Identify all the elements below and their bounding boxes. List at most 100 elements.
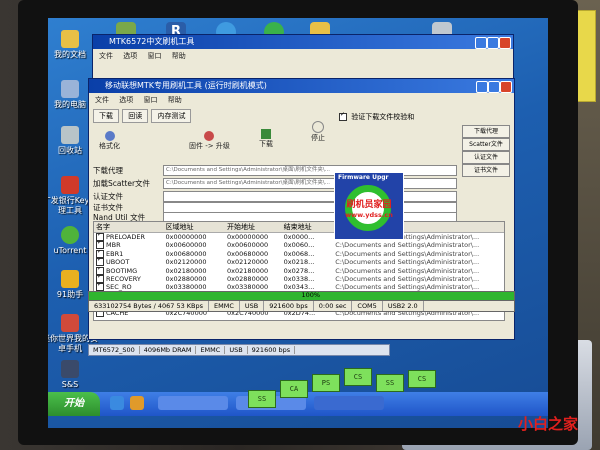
- table-cell: 0x02120000: [227, 258, 269, 267]
- stop-button[interactable]: 停止: [311, 121, 325, 143]
- quicklaunch-ie-icon[interactable]: [110, 396, 124, 410]
- checkbox-box[interactable]: [339, 111, 347, 121]
- window-title-bar[interactable]: 移动联想MTK专用刷机工具 (运行时刷机模式): [89, 79, 514, 93]
- table-cell: 0x00600000: [227, 241, 269, 250]
- firmware-upgrade-popup[interactable]: Firmware Upgr 刷机员家园 www.ydss.cn: [334, 172, 404, 240]
- cert-file-button[interactable]: 证书文件: [462, 164, 510, 177]
- led-display: CS: [344, 368, 372, 386]
- path-label: 下载代理: [93, 166, 123, 175]
- table-row[interactable]: MBR 0x00600000 0x00600000 0x0060... C:\Docum…: [94, 241, 504, 250]
- table-cell: 0x00600000: [165, 241, 207, 250]
- table-header: 名字 区域地址 开始地址 结束地址 位置: [94, 222, 504, 233]
- menu-item[interactable]: 帮助: [172, 52, 186, 60]
- watermark: 小白之家: [517, 415, 578, 433]
- partition-name-cell: PRELOADER: [94, 233, 164, 241]
- verify-checksum-checkbox[interactable]: 验证下载文件校验和: [339, 111, 415, 122]
- taskbar-window-button[interactable]: [158, 396, 228, 410]
- menu-item[interactable]: 选项: [123, 52, 137, 60]
- table-cell: C:\Documents and Settings\Administrator\…: [335, 249, 480, 258]
- desktop-icon-ss[interactable]: S&S: [48, 360, 100, 390]
- partition-checkbox[interactable]: [96, 249, 104, 258]
- desktop-icon-label: 回收站: [58, 146, 82, 155]
- maximize-button[interactable]: [487, 37, 499, 49]
- desktop-icon-label: 91助手: [56, 290, 84, 299]
- firmware-upgrade-button[interactable]: 固件 -> 升级: [189, 131, 230, 151]
- auth-file-field[interactable]: [163, 191, 457, 202]
- desktop-icon-label: S&S: [61, 380, 79, 389]
- scatter-file-field[interactable]: C:\Documents and Settings\Administrator\…: [163, 178, 457, 189]
- table-cell: 0x02180000: [227, 266, 269, 275]
- menu-item[interactable]: 窗口: [143, 96, 157, 104]
- status-field: 633102754 Bytes / 4067 53 KBps: [89, 301, 210, 311]
- scatter-file-button[interactable]: Scatter文件: [462, 138, 510, 151]
- table-row[interactable]: EBR1 0x00680000 0x00680000 0x0068... C:\Docu…: [94, 249, 504, 258]
- checkbox-label: 验证下载文件校验和: [351, 113, 415, 121]
- tab-memory-test[interactable]: 内存测试: [151, 109, 192, 123]
- taskbar-window-button[interactable]: [314, 396, 384, 410]
- menu-item[interactable]: 窗口: [147, 52, 161, 60]
- table-cell: 0x0068...: [283, 249, 315, 258]
- column-header: 开始地址: [227, 223, 256, 231]
- table-cell: C:\Documents and Settings\Administrator\…: [335, 241, 480, 250]
- minimize-button[interactable]: [475, 37, 487, 49]
- desktop-icon-label: 我的电脑: [54, 100, 86, 109]
- tab-download[interactable]: 下载: [93, 109, 119, 123]
- download-agent-field[interactable]: C:\Documents and Settings\Administrator\…: [163, 165, 457, 176]
- window-title-bar[interactable]: MTK6572中文刷机工具: [93, 35, 513, 49]
- minimize-button[interactable]: [476, 81, 488, 93]
- menu-item[interactable]: 文件: [99, 52, 113, 60]
- device-info-bar: MT6572_S00 4096Mb DRAM EMMC USB 921600 bps: [88, 344, 390, 356]
- menu-bar: 文件 选项 窗口 帮助: [93, 49, 513, 63]
- desktop-icon-label: uTorrent: [53, 246, 87, 255]
- partition-checkbox[interactable]: [96, 266, 104, 275]
- download-agent-button[interactable]: 下载代理: [462, 125, 510, 138]
- partition-name: UBOOT: [106, 258, 130, 267]
- partition-checkbox[interactable]: [96, 241, 104, 250]
- info-field: MT6572_S00: [89, 346, 140, 354]
- partition-name: BOOTIMG: [106, 266, 138, 275]
- partition-name-cell: UBOOT: [94, 258, 164, 267]
- menu-item[interactable]: 帮助: [168, 96, 182, 104]
- tool-label: 下载: [259, 140, 273, 148]
- quicklaunch-media-icon[interactable]: [130, 396, 144, 410]
- close-button[interactable]: [500, 81, 512, 93]
- recycle-bin-icon: [61, 126, 79, 144]
- status-field: USB2 2.0: [383, 301, 424, 311]
- menu-item[interactable]: 选项: [119, 96, 133, 104]
- menu-item[interactable]: 文件: [95, 96, 109, 104]
- maximize-button[interactable]: [488, 81, 500, 93]
- column-header: 区域地址: [165, 223, 194, 231]
- partition-checkbox[interactable]: [96, 233, 104, 241]
- partition-checkbox[interactable]: [96, 274, 104, 283]
- tool-label: 固件 -> 升级: [189, 142, 230, 150]
- download-arrow-icon: [261, 129, 271, 139]
- auth-file-button[interactable]: 认证文件: [462, 151, 510, 164]
- table-row[interactable]: BOOTIMG 0x02180000 0x02180000 0x0278... C:\D…: [94, 266, 504, 275]
- table-cell: 0x00680000: [165, 249, 207, 258]
- status-field: EMMC: [209, 301, 240, 311]
- tool-label: 格式化: [99, 142, 120, 150]
- desktop-icon-label: 我的文档: [54, 50, 86, 59]
- partition-checkbox[interactable]: [96, 258, 104, 267]
- table-row[interactable]: UBOOT 0x02120000 0x02120000 0x0218... C:\Doc…: [94, 258, 504, 267]
- column-header: 名字: [96, 223, 110, 231]
- close-button[interactable]: [499, 37, 511, 49]
- led-display: PS: [312, 374, 340, 392]
- download-button[interactable]: 下载: [259, 129, 273, 149]
- path-label: 认证文件: [93, 192, 123, 201]
- format-button[interactable]: 格式化: [99, 131, 120, 151]
- table-cell: 0x0060...: [283, 241, 315, 250]
- table-cell: C:\Documents and Settings\Administrator\…: [335, 266, 480, 275]
- tab-readback[interactable]: 回读: [122, 109, 149, 123]
- popup-title: Firmware Upgr: [338, 174, 389, 181]
- stop-icon: [312, 121, 324, 133]
- start-button[interactable]: 开始: [48, 392, 100, 416]
- status-field: USB: [240, 301, 265, 311]
- table-row[interactable]: RECOVERY 0x02880000 0x02880000 0x0338... C:\…: [94, 274, 504, 283]
- info-field: USB: [225, 346, 248, 354]
- table-row[interactable]: PRELOADER0x000000000x000000000x0000...C:…: [94, 233, 504, 241]
- 91-assistant-icon: [61, 270, 79, 288]
- table-cell: 0x00000000: [227, 233, 269, 241]
- computer-icon: [61, 80, 79, 98]
- format-icon: [104, 131, 115, 141]
